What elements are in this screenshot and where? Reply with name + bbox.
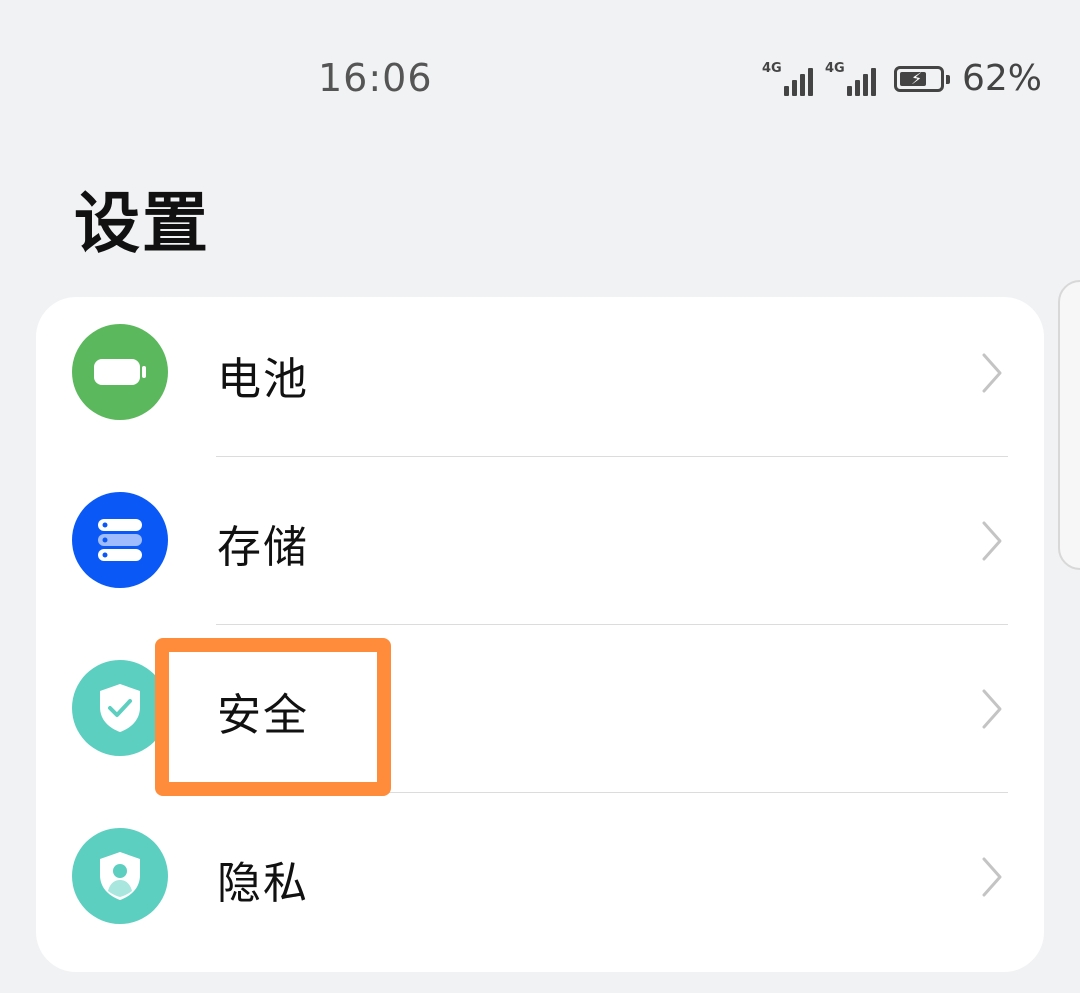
status-time: 16:06 bbox=[318, 56, 433, 100]
signal-network-tag-2: 4G bbox=[824, 60, 845, 76]
settings-item-label: 隐私 bbox=[217, 858, 309, 909]
side-panel-edge[interactable] bbox=[1058, 280, 1080, 570]
status-icons: 4G 4G ⚡ 62% bbox=[762, 58, 1042, 99]
signal-strength-icon-2: 4G bbox=[824, 60, 876, 96]
battery-icon bbox=[72, 324, 168, 420]
page-title: 设置 bbox=[74, 185, 210, 262]
chevron-right-icon bbox=[982, 521, 1002, 561]
security-shield-icon bbox=[72, 660, 168, 756]
settings-item-battery[interactable]: 电池 bbox=[36, 297, 1044, 465]
settings-item-label: 存储 bbox=[217, 522, 309, 573]
highlight-box bbox=[155, 638, 391, 796]
chevron-right-icon bbox=[982, 857, 1002, 897]
chevron-right-icon bbox=[982, 353, 1002, 393]
chevron-right-icon bbox=[982, 689, 1002, 729]
settings-item-privacy[interactable]: 隐私 bbox=[36, 801, 1044, 969]
signal-network-tag: 4G bbox=[761, 60, 782, 76]
signal-strength-icon: 4G bbox=[761, 60, 813, 96]
battery-percent: 62% bbox=[961, 58, 1042, 99]
settings-card: 电池 存储 安全 隐私 bbox=[36, 297, 1044, 972]
privacy-shield-icon bbox=[72, 828, 168, 924]
divider bbox=[216, 624, 1008, 625]
battery-charging-icon: ⚡ bbox=[893, 65, 950, 92]
divider bbox=[216, 456, 1008, 457]
settings-item-label: 电池 bbox=[217, 354, 309, 405]
storage-icon bbox=[72, 492, 168, 588]
settings-item-storage[interactable]: 存储 bbox=[36, 465, 1044, 633]
